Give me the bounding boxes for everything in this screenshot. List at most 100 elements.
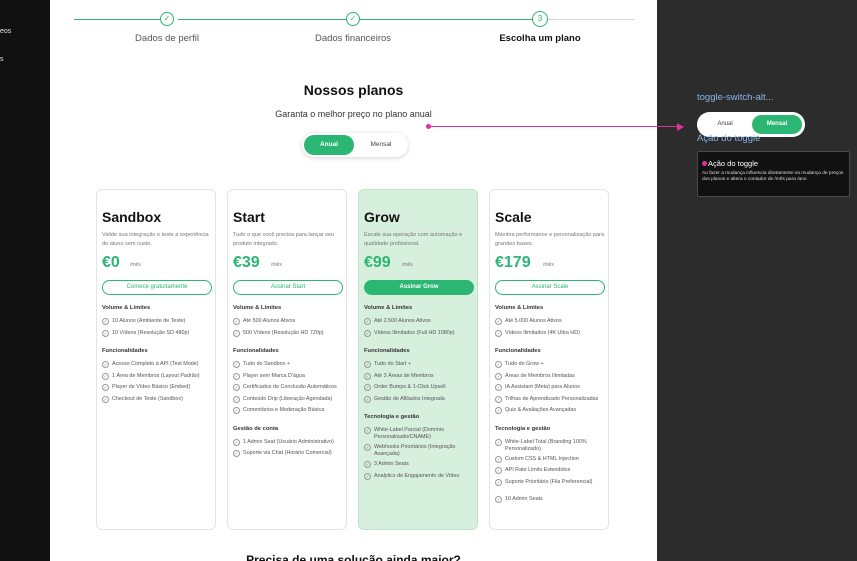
feature-text: 1 Área de Membros (Layout Padrão) bbox=[112, 372, 200, 379]
toggle-option-monthly[interactable]: Mensal bbox=[356, 135, 406, 155]
toggle-option-annual[interactable]: Anual bbox=[304, 135, 354, 155]
feature-text: Order Bumps & 1-Click Upsell bbox=[374, 384, 446, 390]
sidebar-item[interactable]: eos bbox=[0, 28, 11, 35]
feature-text: Checkout de Teste (Sandbox) bbox=[112, 395, 183, 402]
check-circle-icon: ✓ bbox=[233, 384, 240, 391]
feature-text: Comentários e Moderação Básica bbox=[243, 407, 325, 413]
feature-text: Até 500 Alunos Ativos bbox=[243, 318, 296, 324]
page-subtitle: Garanta o melhor preço no plano anual bbox=[275, 109, 432, 119]
check-circle-icon: ✓ bbox=[102, 395, 109, 403]
check-circle-icon: ✓ bbox=[233, 395, 240, 403]
check-circle-icon: ✓ bbox=[495, 395, 502, 403]
plan-cta-button[interactable]: Assinar Grow bbox=[364, 280, 474, 295]
pricing-page: ✓ ✓ 3 Dados de perfil Dados financeiros … bbox=[50, 0, 657, 561]
billing-toggle[interactable]: Anual Mensal bbox=[302, 133, 408, 157]
page-title: Nossos planos bbox=[303, 82, 404, 98]
plan-period: /mês bbox=[271, 262, 282, 268]
feature-section-title: Funcionalidades bbox=[233, 348, 279, 354]
feature-text: White-Label Total (Branding 100% Persona… bbox=[505, 438, 587, 452]
plan-period: /mês bbox=[402, 262, 413, 268]
check-circle-icon: ✓ bbox=[364, 427, 371, 434]
annotation-subtitle: Ação do toggle bbox=[697, 133, 761, 144]
feature-text: Tudo do Sandbox + bbox=[243, 361, 291, 367]
feature-text: Áreas de Membros Ilimitadas bbox=[505, 372, 575, 379]
feature-section-title: Volume & Limites bbox=[364, 305, 413, 311]
tooltip-title: Ação do toggle bbox=[708, 159, 759, 168]
feature-text: Tudo do Grow + bbox=[505, 361, 544, 367]
feature-text: Gestão de Afiliados Integrada bbox=[374, 395, 445, 402]
tooltip-body: Ao fazer a mudança influencia diretament… bbox=[702, 171, 844, 182]
arrow-icon bbox=[677, 122, 684, 131]
plan-description: Tudo o que você precisa para lançar seu … bbox=[233, 232, 335, 247]
plan-name: Scale bbox=[495, 209, 532, 225]
check-circle-icon: ✓ bbox=[495, 318, 502, 325]
step-number: 3 bbox=[532, 11, 548, 27]
feature-text: 10 Alunos (Ambiente de Teste) bbox=[112, 318, 186, 324]
plan-description: Escale sua operação com automação e qual… bbox=[364, 232, 463, 247]
connector-line bbox=[428, 126, 680, 127]
component-label: toggle-switch-alt... bbox=[697, 92, 774, 103]
plan-description: Máxima performance e personalização para… bbox=[495, 232, 605, 247]
plan-price: €99 bbox=[364, 254, 391, 271]
plan-card-start: Start Tudo o que você precisa para lançar… bbox=[227, 189, 347, 530]
check-circle-icon: ✓ bbox=[102, 372, 109, 380]
check-circle-icon: ✓ bbox=[495, 384, 502, 391]
feature-text: Player sem Marca D'água bbox=[243, 372, 305, 379]
check-circle-icon: ✓ bbox=[102, 329, 109, 337]
plan-period: /mês bbox=[130, 262, 141, 268]
feature-text: Player de Vídeo Básico (Embed) bbox=[112, 384, 191, 390]
toggle-preview-monthly: Mensal bbox=[752, 115, 802, 134]
dot-icon bbox=[702, 161, 707, 166]
plan-card-sandbox: Sandbox Valide sua integração e teste a e… bbox=[96, 189, 216, 530]
plan-description: Valide sua integração e teste a experiên… bbox=[102, 232, 209, 247]
feature-section-title: Volume & Limites bbox=[233, 305, 282, 311]
stepper-line bbox=[74, 19, 170, 20]
feature-text: 1 Admin Seat (Usuário Administrativo) bbox=[243, 438, 334, 445]
check-circle-icon: ✓ bbox=[495, 495, 502, 503]
annotation-panel: toggle-switch-alt... Anual Mensal Ação d… bbox=[657, 0, 857, 561]
check-circle-icon: ✓ bbox=[364, 444, 371, 451]
plan-name: Grow bbox=[364, 209, 400, 225]
plan-card-scale: Scale Máxima performance e personalização… bbox=[489, 189, 609, 530]
plan-price: €39 bbox=[233, 254, 260, 271]
plan-name: Start bbox=[233, 209, 265, 225]
feature-section-title: Tecnologia e gestão bbox=[495, 425, 551, 432]
plan-price: €0 bbox=[102, 254, 120, 271]
check-circle-icon: ✓ bbox=[233, 450, 240, 457]
check-circle-icon: ✓ bbox=[364, 318, 371, 325]
plan-price: €179 bbox=[495, 254, 531, 271]
feature-section-title: Tecnologia e gestão bbox=[364, 414, 420, 420]
check-circle-icon: ✓ bbox=[495, 438, 502, 446]
step-label[interactable]: Dados financeiros bbox=[283, 33, 423, 44]
feature-text: Até 3 Áreas de Membros bbox=[374, 372, 434, 379]
feature-text: Até 2.500 Alunos Ativos bbox=[374, 318, 431, 324]
feature-text: Trilhas de Aprendizado Personalizadas bbox=[505, 395, 599, 402]
check-circle-icon: ✓ bbox=[495, 329, 502, 337]
plan-cta-button[interactable]: Assinar Scale bbox=[495, 280, 605, 295]
feature-text: Acesso Completo à API (Test Mode) bbox=[112, 361, 199, 367]
check-circle-icon: ✓ bbox=[495, 372, 502, 380]
check-circle-icon: ✓ bbox=[364, 395, 371, 403]
plan-name: Sandbox bbox=[102, 209, 162, 225]
feature-text: IA Assistant (Meta) para Alunos bbox=[505, 384, 580, 390]
check-circle-icon: ✓ bbox=[364, 461, 371, 468]
plan-cta-button[interactable]: Assinar Start bbox=[233, 280, 343, 295]
plan-cta-button[interactable]: Comece gratuitamente bbox=[102, 280, 212, 295]
footer-heading: Precisa de uma solução ainda maior? bbox=[246, 553, 461, 561]
feature-text: Quiz & Avaliações Avançadas bbox=[505, 407, 577, 413]
step-label[interactable]: Dados de perfil bbox=[97, 33, 237, 44]
feature-text: 10 Vídeos (Resolução SD 480p) bbox=[112, 329, 190, 336]
plan-period: /mês bbox=[543, 262, 554, 268]
check-circle-icon: ✓ bbox=[495, 361, 502, 368]
sidebar-item[interactable]: s bbox=[0, 56, 4, 63]
check-circle-icon: ✓ bbox=[233, 318, 240, 325]
step-label-active[interactable]: Escolha um plano bbox=[470, 33, 610, 44]
plan-card-grow: Grow Escale sua operação com automação e … bbox=[358, 189, 478, 530]
feature-text: Analytics de Engajamento de Vídeo bbox=[374, 472, 460, 479]
feature-text: 500 Vídeos (Resolução HD 720p) bbox=[243, 329, 324, 336]
feature-section-title: Volume & Limites bbox=[102, 305, 151, 311]
feature-section-title: Gestão de conta bbox=[233, 425, 279, 432]
feature-text: Até 5.000 Alunos Ativos bbox=[505, 318, 562, 324]
stepper-line bbox=[178, 19, 346, 20]
stepper-line bbox=[354, 19, 534, 20]
